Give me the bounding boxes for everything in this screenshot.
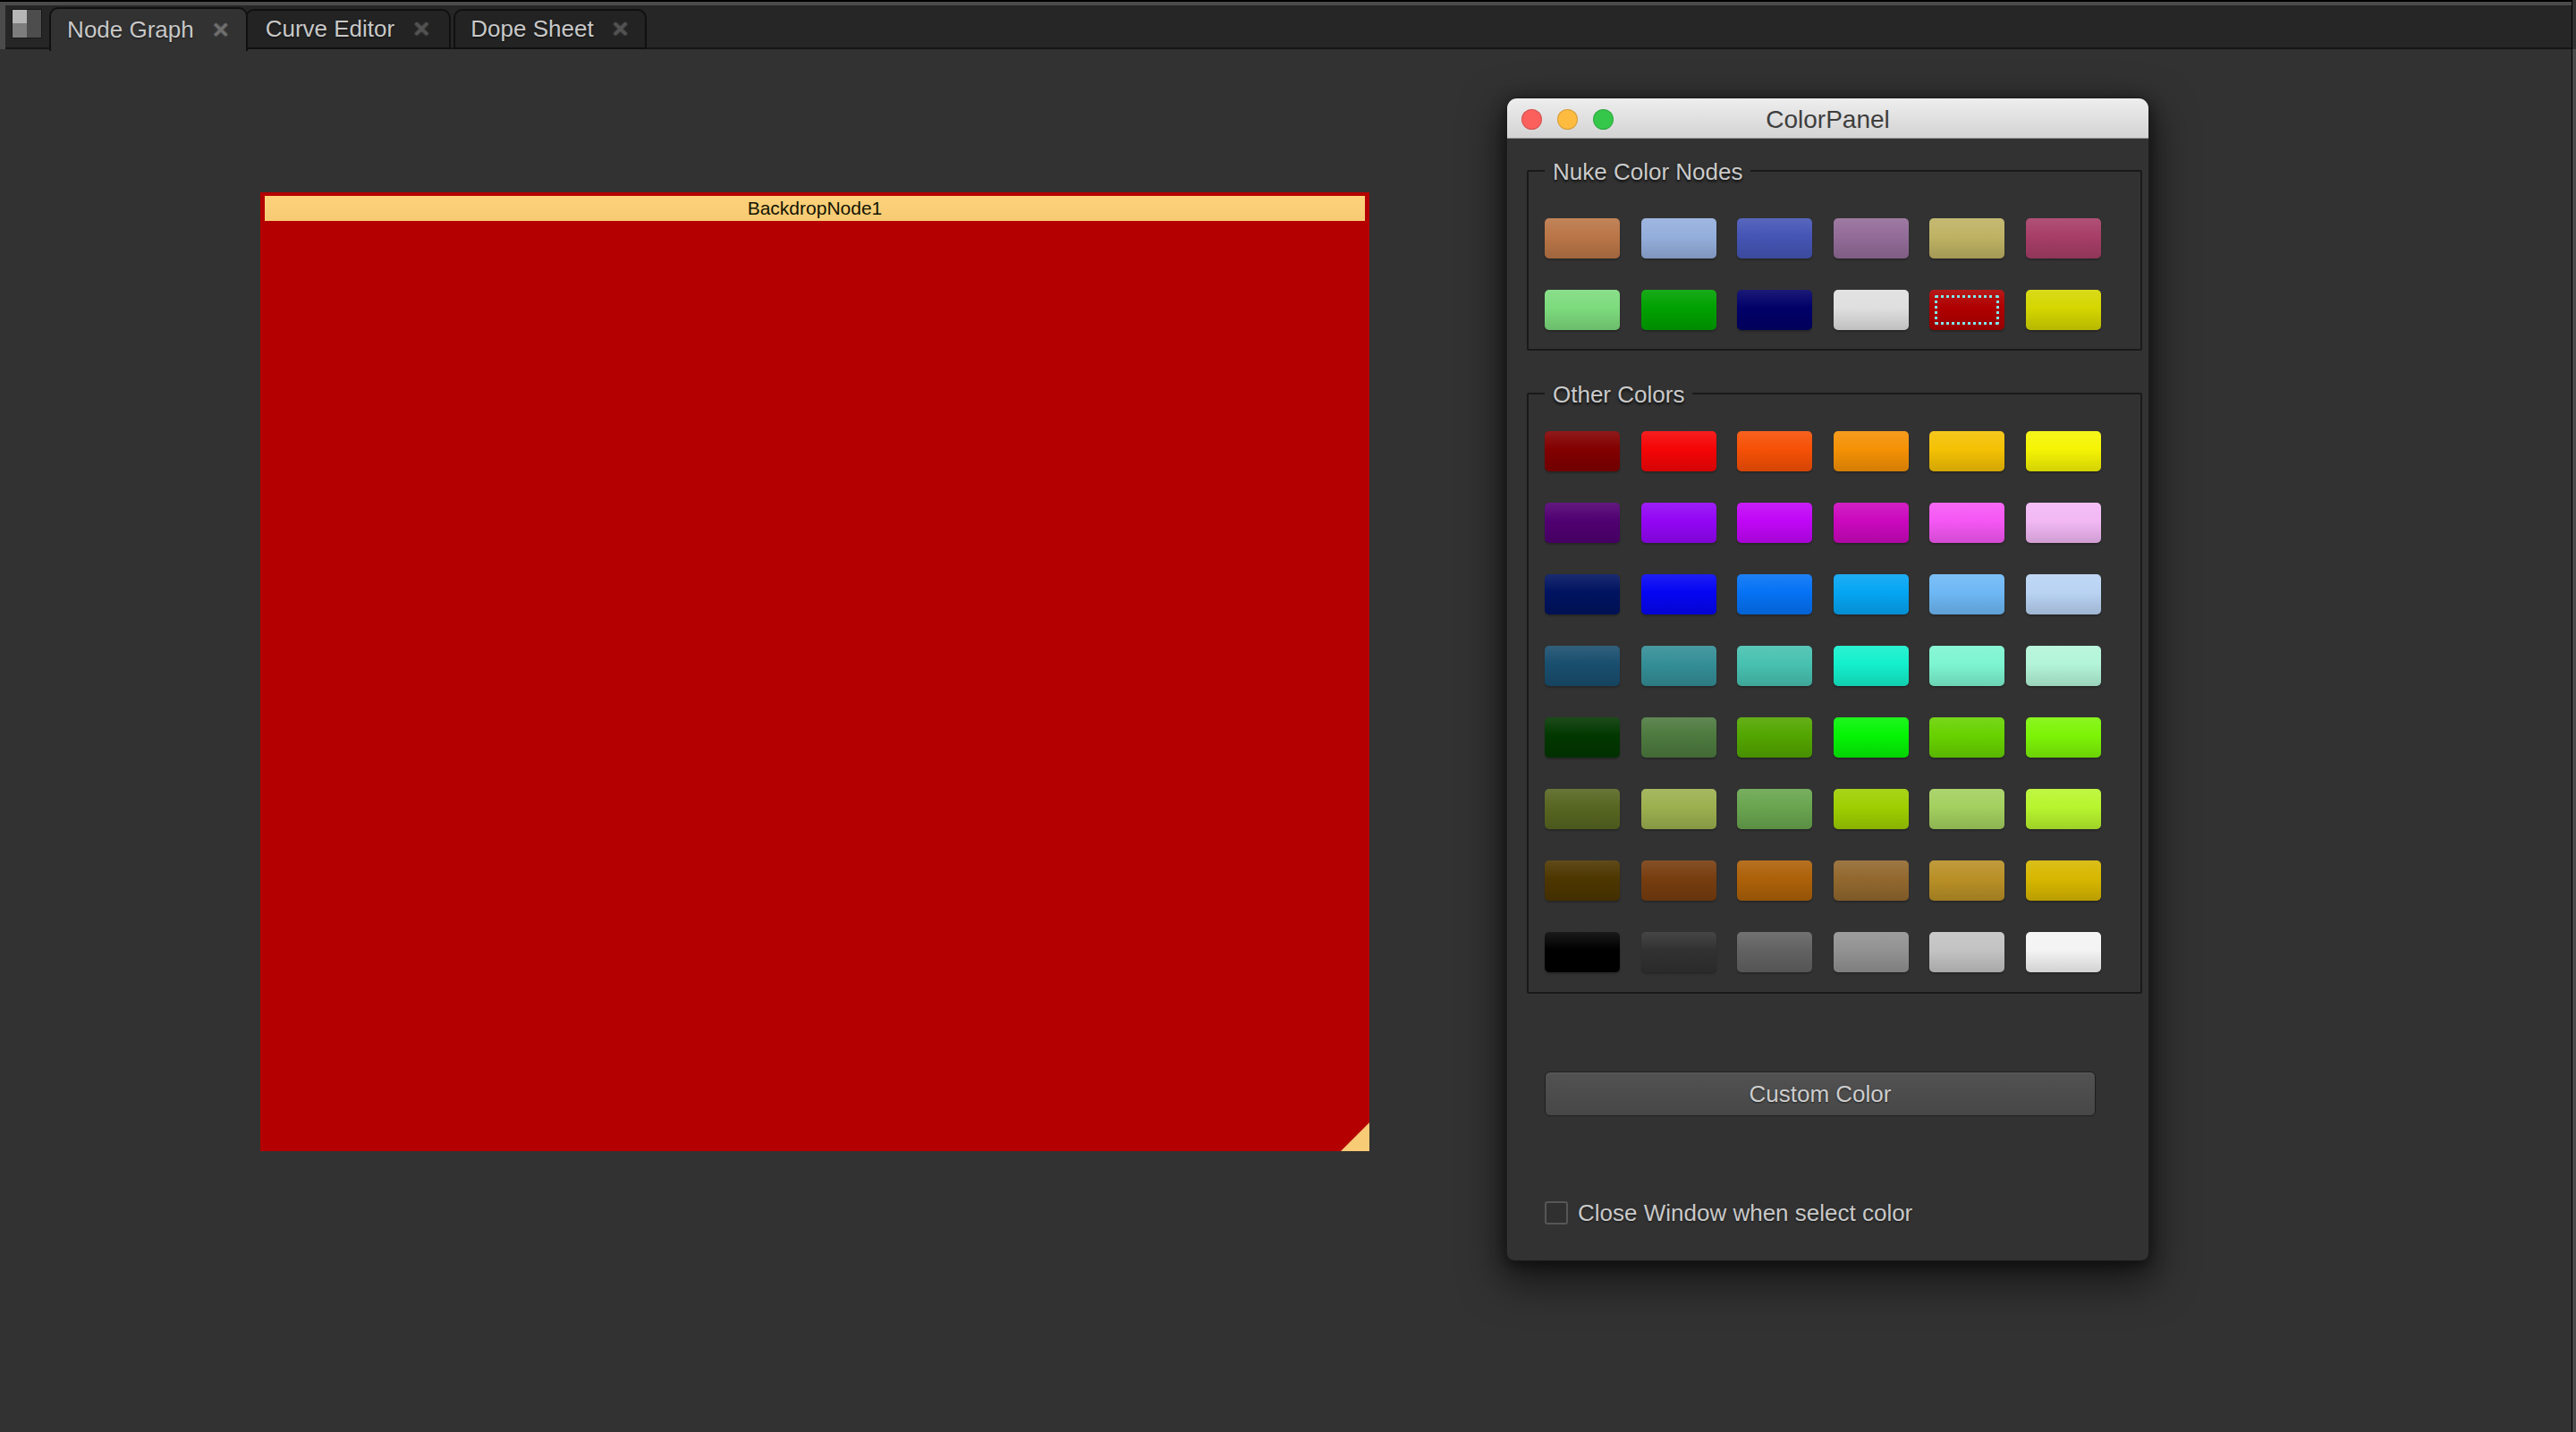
color-swatch[interactable] (2026, 503, 2101, 543)
window-top-highlight (0, 2, 2576, 5)
color-swatch[interactable] (1641, 932, 1716, 972)
tab-label: Curve Editor (266, 15, 395, 43)
color-swatch[interactable] (1834, 860, 1909, 901)
color-swatch[interactable] (2026, 860, 2101, 901)
color-swatch[interactable] (2026, 574, 2101, 614)
color-swatch[interactable] (1545, 218, 1620, 258)
color-swatch[interactable] (1545, 431, 1620, 471)
color-swatch[interactable] (1641, 789, 1716, 829)
color-swatch[interactable] (1929, 503, 2004, 543)
color-swatch[interactable] (1834, 932, 1909, 972)
color-swatch[interactable] (1641, 717, 1716, 758)
color-swatch[interactable] (1737, 932, 1812, 972)
color-swatch[interactable] (1545, 503, 1620, 543)
color-swatch[interactable] (1737, 717, 1812, 758)
color-swatch[interactable] (1737, 431, 1812, 471)
color-swatch[interactable] (1929, 574, 2004, 614)
color-swatch[interactable] (1929, 646, 2004, 686)
tab-label: Node Graph (67, 16, 194, 44)
color-swatch[interactable] (2026, 717, 2101, 758)
color-swatch[interactable] (1737, 789, 1812, 829)
color-swatch[interactable] (1641, 574, 1716, 614)
tab-curve-editor[interactable]: Curve Editor ✕ (245, 9, 451, 49)
color-swatch[interactable] (1929, 932, 2004, 972)
color-swatch[interactable] (1737, 503, 1812, 543)
color-swatch[interactable] (2026, 932, 2101, 972)
color-swatch[interactable] (1834, 717, 1909, 758)
tab-close-icon[interactable]: ✕ (612, 19, 630, 40)
color-swatch[interactable] (1834, 503, 1909, 543)
color-swatch[interactable] (1834, 218, 1909, 258)
color-swatch[interactable] (1641, 646, 1716, 686)
color-swatch[interactable] (1929, 789, 2004, 829)
custom-color-button[interactable]: Custom Color (1545, 1072, 2096, 1116)
colorpanel-title: ColorPanel (1507, 106, 2148, 134)
color-swatch[interactable] (1929, 860, 2004, 901)
color-swatch[interactable] (1737, 860, 1812, 901)
color-swatch[interactable] (1545, 646, 1620, 686)
color-swatch[interactable] (1834, 574, 1909, 614)
tab-node-graph[interactable]: Node Graph ✕ (49, 7, 248, 51)
pane-splitter[interactable] (2572, 0, 2576, 1432)
pane-splitter-top-cap (2572, 0, 2576, 49)
backdrop-node-header[interactable]: BackdropNode1 (265, 196, 1365, 221)
color-swatch[interactable] (1834, 789, 1909, 829)
colorpanel-window: ColorPanel Nuke Color Nodes Other Colors… (1506, 97, 2149, 1261)
color-swatch[interactable] (1737, 574, 1812, 614)
node-graph-canvas[interactable]: BackdropNode1 (0, 49, 2576, 1432)
color-swatch[interactable] (1834, 290, 1909, 330)
color-swatch[interactable] (2026, 290, 2101, 330)
color-swatch[interactable] (1737, 290, 1812, 330)
tab-bar-left-edge (0, 5, 5, 49)
color-swatch[interactable] (2026, 646, 2101, 686)
tab-dope-sheet[interactable]: Dope Sheet ✕ (453, 9, 647, 49)
color-swatch[interactable] (2026, 789, 2101, 829)
colorpanel-titlebar[interactable]: ColorPanel (1507, 98, 2148, 139)
color-swatch[interactable] (1737, 646, 1812, 686)
other-colors-group: Other Colors (1527, 393, 2142, 994)
color-swatch[interactable] (1545, 860, 1620, 901)
color-swatch[interactable] (1545, 789, 1620, 829)
color-swatch[interactable] (1929, 218, 2004, 258)
color-swatch[interactable] (1641, 860, 1716, 901)
tab-close-icon[interactable]: ✕ (412, 19, 430, 40)
backdrop-resize-handle[interactable] (1341, 1123, 1369, 1151)
nuke-color-nodes-label: Nuke Color Nodes (1545, 157, 1750, 186)
color-swatch[interactable] (1545, 717, 1620, 758)
close-window-checkbox-label: Close Window when select color (1578, 1201, 1912, 1224)
color-swatch[interactable] (1641, 431, 1716, 471)
color-swatch[interactable] (1545, 290, 1620, 330)
color-swatch[interactable] (1641, 218, 1716, 258)
color-swatch[interactable] (2026, 431, 2101, 471)
color-swatch[interactable] (1929, 431, 2004, 471)
backdrop-node[interactable]: BackdropNode1 (260, 192, 1369, 1151)
color-swatch[interactable] (1929, 290, 2004, 330)
color-swatch[interactable] (1641, 290, 1716, 330)
close-window-checkbox[interactable] (1545, 1201, 1568, 1224)
tab-label: Dope Sheet (470, 15, 593, 43)
color-swatch[interactable] (1641, 503, 1716, 543)
color-swatch[interactable] (1737, 218, 1812, 258)
color-swatch[interactable] (2026, 218, 2101, 258)
color-swatch[interactable] (1545, 574, 1620, 614)
color-swatch[interactable] (1545, 932, 1620, 972)
other-colors-label: Other Colors (1545, 380, 1692, 409)
color-swatch[interactable] (1834, 646, 1909, 686)
color-swatch[interactable] (1834, 431, 1909, 471)
tab-close-icon[interactable]: ✕ (212, 20, 230, 41)
pane-layout-icon[interactable] (12, 9, 42, 38)
color-swatch[interactable] (1929, 717, 2004, 758)
backdrop-node-label: BackdropNode1 (748, 198, 883, 219)
